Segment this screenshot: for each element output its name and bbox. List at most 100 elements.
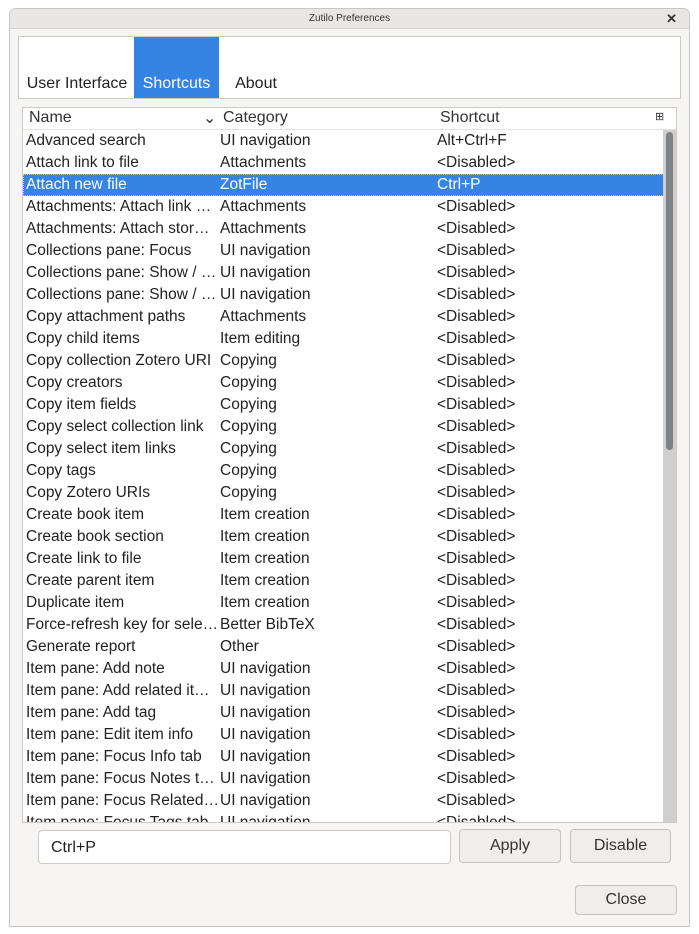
cell-category: Copying <box>220 396 277 413</box>
cell-category: Better BibTeX <box>220 616 315 633</box>
cell-category: UI navigation <box>220 814 311 823</box>
cell-shortcut: <Disabled> <box>437 594 516 611</box>
cell-shortcut: <Disabled> <box>437 154 516 171</box>
column-header-shortcut[interactable]: Shortcut <box>440 109 500 127</box>
title-bar: Zutilo Preferences ✕ <box>10 9 689 29</box>
close-icon[interactable]: ✕ <box>666 9 677 28</box>
apply-button[interactable]: Apply <box>459 829 561 863</box>
table-row[interactable]: Item pane: Focus Related… UI navigation <D… <box>23 790 664 812</box>
table-row[interactable]: Create parent item Item creation <Disabled… <box>23 570 664 592</box>
cell-name: Copy creators <box>26 374 123 391</box>
cell-category: UI navigation <box>220 264 311 281</box>
tab-user-interface[interactable]: User Interface <box>20 37 134 98</box>
table-row[interactable]: Item pane: Add note UI navigation <Disable… <box>23 658 664 680</box>
shortcut-input[interactable]: Ctrl+P <box>38 830 451 864</box>
table-row[interactable]: Copy tags Copying <Disabled> <box>23 460 664 482</box>
table-row[interactable]: Collections pane: Focus UI navigation <Dis… <box>23 240 664 262</box>
cell-category: UI navigation <box>220 748 311 765</box>
cell-shortcut: <Disabled> <box>437 352 516 369</box>
table-row[interactable]: Generate report Other <Disabled> <box>23 636 664 658</box>
scrollbar-thumb[interactable] <box>666 132 673 450</box>
shortcuts-tree: Name ⌄ Category Shortcut ⊞ Advanced sear… <box>22 107 677 823</box>
chevron-down-icon[interactable]: ⌄ <box>203 108 216 128</box>
table-row[interactable]: Attachments: Attach stor… Attachments <Dis… <box>23 218 664 240</box>
cell-shortcut: <Disabled> <box>437 396 516 413</box>
cell-category: Copying <box>220 374 277 391</box>
cell-name: Advanced search <box>26 132 146 149</box>
table-row[interactable]: Copy child items Item editing <Disabled> <box>23 328 664 350</box>
column-picker-icon[interactable]: ⊞ <box>655 110 664 123</box>
cell-name: Copy tags <box>26 462 96 479</box>
close-button[interactable]: Close <box>575 885 677 915</box>
cell-name: Generate report <box>26 638 136 655</box>
table-row[interactable]: Item pane: Focus Tags tab UI navigation <D… <box>23 812 664 823</box>
cell-category: UI navigation <box>220 242 311 259</box>
table-row[interactable]: Attachments: Attach link … Attachments <Di… <box>23 196 664 218</box>
cell-category: Copying <box>220 484 277 501</box>
cell-shortcut: <Disabled> <box>437 550 516 567</box>
cell-category: Item creation <box>220 528 310 545</box>
table-row[interactable]: Attach link to file Attachments <Disabled> <box>23 152 664 174</box>
tab-about[interactable]: About <box>223 37 289 98</box>
table-row[interactable]: Item pane: Focus Notes t… UI navigation <D… <box>23 768 664 790</box>
cell-shortcut: <Disabled> <box>437 726 516 743</box>
cell-name: Create book item <box>26 506 145 523</box>
cell-name: Item pane: Focus Tags tab <box>26 814 209 823</box>
window-title: Zutilo Preferences <box>308 13 391 24</box>
cell-name: Attach link to file <box>26 154 139 171</box>
table-row[interactable]: Copy select item links Copying <Disabled> <box>23 438 664 460</box>
table-row[interactable]: Item pane: Edit item info UI navigation <D… <box>23 724 664 746</box>
table-row[interactable]: Collections pane: Show / … UI navigation <… <box>23 262 664 284</box>
column-header-category[interactable]: Category <box>223 109 288 127</box>
table-row[interactable]: Create book section Item creation <Disable… <box>23 526 664 548</box>
cell-name: Copy select collection link <box>26 418 204 435</box>
cell-shortcut: <Disabled> <box>437 484 516 501</box>
cell-category: Attachments <box>220 308 307 325</box>
table-row[interactable]: Duplicate item Item creation <Disabled> <box>23 592 664 614</box>
cell-shortcut: <Disabled> <box>437 220 516 237</box>
cell-name: Attach new file <box>26 176 127 193</box>
cell-shortcut: <Disabled> <box>437 682 516 699</box>
cell-category: UI navigation <box>220 682 311 699</box>
table-row[interactable]: Force-refresh key for sele… Better BibTeX… <box>23 614 664 636</box>
table-row[interactable]: Advanced search UI navigation Alt+Ctrl+F <box>23 130 664 152</box>
table-row[interactable]: Item pane: Add related it… UI navigation <… <box>23 680 664 702</box>
table-row[interactable]: Copy item fields Copying <Disabled> <box>23 394 664 416</box>
cell-category: Attachments <box>220 154 307 171</box>
cell-shortcut: <Disabled> <box>437 770 516 787</box>
table-row[interactable]: Item pane: Focus Info tab UI navigation <D… <box>23 746 664 768</box>
cell-shortcut: Alt+Ctrl+F <box>437 132 507 149</box>
table-row[interactable]: Collections pane: Show / … UI navigation <… <box>23 284 664 306</box>
table-row[interactable]: Create book item Item creation <Disabled> <box>23 504 664 526</box>
table-row[interactable]: Attach new file ZotFile Ctrl+P <box>23 174 664 196</box>
cell-shortcut: Ctrl+P <box>437 176 481 193</box>
cell-shortcut: <Disabled> <box>437 506 516 523</box>
table-row[interactable]: Copy collection Zotero URI Copying <Disabl… <box>23 350 664 372</box>
table-row[interactable]: Item pane: Add tag UI navigation <Disabled… <box>23 702 664 724</box>
table-row[interactable]: Copy attachment paths Attachments <Disable… <box>23 306 664 328</box>
cell-name: Item pane: Focus Related… <box>26 792 218 809</box>
cell-category: Item creation <box>220 594 310 611</box>
scrollbar[interactable] <box>663 130 676 822</box>
cell-shortcut: <Disabled> <box>437 242 516 259</box>
cell-shortcut: <Disabled> <box>437 528 516 545</box>
table-row[interactable]: Copy creators Copying <Disabled> <box>23 372 664 394</box>
cell-category: Item creation <box>220 572 310 589</box>
cell-category: UI navigation <box>220 792 311 809</box>
cell-shortcut: <Disabled> <box>437 418 516 435</box>
cell-name: Item pane: Add related it… <box>26 682 210 699</box>
cell-category: Item creation <box>220 550 310 567</box>
tab-shortcuts[interactable]: Shortcuts <box>134 37 219 98</box>
disable-button[interactable]: Disable <box>570 829 671 863</box>
cell-name: Attachments: Attach link … <box>26 198 212 215</box>
tree-rows: Advanced search UI navigation Alt+Ctrl+F At… <box>23 130 664 823</box>
cell-name: Copy child items <box>26 330 140 347</box>
table-row[interactable]: Copy select collection link Copying <Disab… <box>23 416 664 438</box>
column-header-name[interactable]: Name <box>29 109 72 127</box>
cell-shortcut: <Disabled> <box>437 440 516 457</box>
table-row[interactable]: Copy Zotero URIs Copying <Disabled> <box>23 482 664 504</box>
cell-shortcut: <Disabled> <box>437 638 516 655</box>
table-row[interactable]: Create link to file Item creation <Disable… <box>23 548 664 570</box>
cell-category: Item creation <box>220 506 310 523</box>
cell-shortcut: <Disabled> <box>437 814 516 823</box>
